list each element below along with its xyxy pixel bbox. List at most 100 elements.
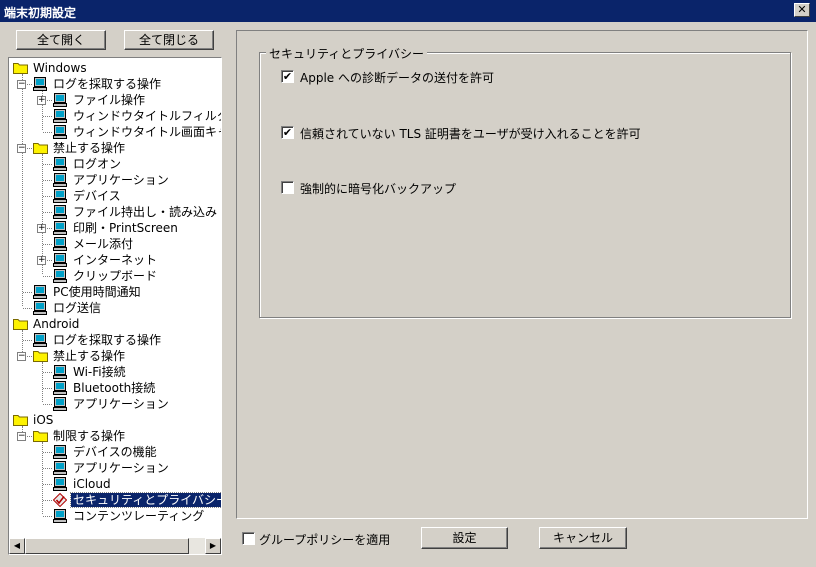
allow-untrusted-tls-checkbox[interactable]: ✔ [281,126,294,139]
horizontal-scrollbar[interactable]: ◀ ▶ [9,538,221,554]
tree-item-label: 印刷・PrintScreen [73,221,178,235]
tree-item-label: ウィンドウタイトル画面キャプチャ [73,125,221,139]
tree-item-label: ログ送信 [53,301,102,315]
tree-item-label: インターネット [73,253,158,267]
computer-icon [53,157,67,171]
computer-icon [53,221,67,235]
scroll-thumb[interactable] [25,538,189,554]
computer-icon [33,285,47,299]
tree-item-label: メール添付 [73,237,134,251]
title-bar: 端末初期設定 ✕ [0,0,816,22]
tree-item-label: セキュリティとプライバシー [69,492,221,508]
arrow-right-icon: ▶ [209,541,217,550]
tree-connector-line [42,362,43,402]
tree-item-label: デバイス [73,189,121,203]
computer-icon [33,77,47,91]
computer-icon [53,269,67,283]
window-title: 端末初期設定 [4,6,77,20]
check-icon: ✔ [282,70,293,83]
computer-icon [53,397,67,411]
collapse-node-button[interactable]: − [17,352,26,361]
expand-all-button[interactable]: 全て開く [16,30,106,50]
tree-connector-line [22,74,23,306]
tree-item-label: ウィンドウタイトルフィルタ [73,109,221,123]
force-encrypted-backup-label: 強制的に暗号化バックアップ [300,182,457,196]
folder-icon [33,141,48,154]
allow-diagnostics-label: Apple への診断データの送付を許可 [300,71,494,85]
arrow-left-icon: ◀ [13,541,21,550]
expand-node-button[interactable]: + [37,224,46,233]
tree-item-label: 禁止する操作 [53,349,126,363]
tree-item-label: Android [33,317,80,331]
computer-icon [53,445,67,459]
tree-item-label: クリップボード [73,269,158,283]
collapse-all-button[interactable]: 全て閉じる [124,30,214,50]
force-encrypted-backup-checkbox[interactable] [281,181,294,194]
folder-icon [13,413,28,426]
group-policy-label: グループポリシーを適用 [259,533,391,547]
tree-body: Windows − ログを採取する操作 + ファイル操作 ウィンドウタイトルフィルタ ウィン… [9,58,221,538]
folder-icon [33,429,48,442]
tree-item-label: ファイル操作 [73,93,146,107]
group-title: セキュリティとプライバシー [266,45,428,62]
scroll-right-button[interactable]: ▶ [205,538,221,554]
tree-item-label: ログを採取する操作 [53,333,162,347]
cancel-button[interactable]: キャンセル [539,527,627,549]
tree-item-label: コンテンツレーティング [73,509,205,523]
computer-icon [33,333,47,347]
tree-item-label: 制限する操作 [53,429,126,443]
tree-connector-line [43,452,52,453]
tree-connector-line [43,212,52,213]
tree-item-label: iOS [33,413,54,427]
security-privacy-group: セキュリティとプライバシー ✔ Apple への診断データの送付を許可 ✔ 信頼… [259,45,791,318]
tree-item-label: PC使用時間通知 [53,285,141,299]
computer-icon [53,237,67,251]
collapse-node-button[interactable]: − [17,144,26,153]
folder-icon [13,61,28,74]
tree-connector-line [23,340,32,341]
tree-connector-line [43,276,52,277]
close-button[interactable]: ✕ [794,3,810,17]
tree-connector-line [43,388,52,389]
tree-item-label: 禁止する操作 [53,141,126,155]
tree-item-label: ログオン [73,157,122,171]
allow-untrusted-tls-label: 信頼されていない TLS 証明書をユーザが受け入れることを許可 [300,127,641,141]
expand-node-button[interactable]: + [37,96,46,105]
checked-diamond-icon [53,493,67,507]
computer-icon [53,205,67,219]
tree-item-label: ファイル持出し・読み込み [73,205,218,219]
tree-item-label: Wi-Fi接続 [73,365,126,379]
tree-connector-line [43,244,52,245]
tree-connector-line [23,292,32,293]
tree-item-label: Windows [33,61,87,75]
computer-icon [53,189,67,203]
tree-item-label: アプリケーション [73,461,169,475]
tree-connector-line [43,180,52,181]
tree-connector-line [43,196,52,197]
tree-connector-line [23,308,32,309]
computer-icon [53,125,67,139]
close-icon: ✕ [797,3,807,16]
computer-icon [33,301,47,315]
computer-icon [53,253,67,267]
tree-connector-line [43,500,52,501]
computer-icon [53,93,67,107]
tree-connector-line [43,484,52,485]
settings-tree[interactable]: Windows − ログを採取する操作 + ファイル操作 ウィンドウタイトルフィルタ ウィン… [8,57,222,555]
collapse-node-button[interactable]: − [17,80,26,89]
group-policy-checkbox[interactable] [242,532,255,545]
expand-node-button[interactable]: + [37,256,46,265]
check-icon: ✔ [282,126,293,139]
computer-icon [53,477,67,491]
tree-connector-line [43,164,52,165]
tree-connector-line [43,116,52,117]
collapse-node-button[interactable]: − [17,432,26,441]
scroll-left-button[interactable]: ◀ [9,538,25,554]
tree-connector-line [43,468,52,469]
tree-item-label: デバイスの機能 [73,445,157,459]
tree-item-label: アプリケーション [73,397,169,411]
allow-diagnostics-checkbox[interactable]: ✔ [281,70,294,83]
apply-settings-button[interactable]: 設定 [421,527,508,549]
folder-icon [13,317,28,330]
computer-icon [53,461,67,475]
